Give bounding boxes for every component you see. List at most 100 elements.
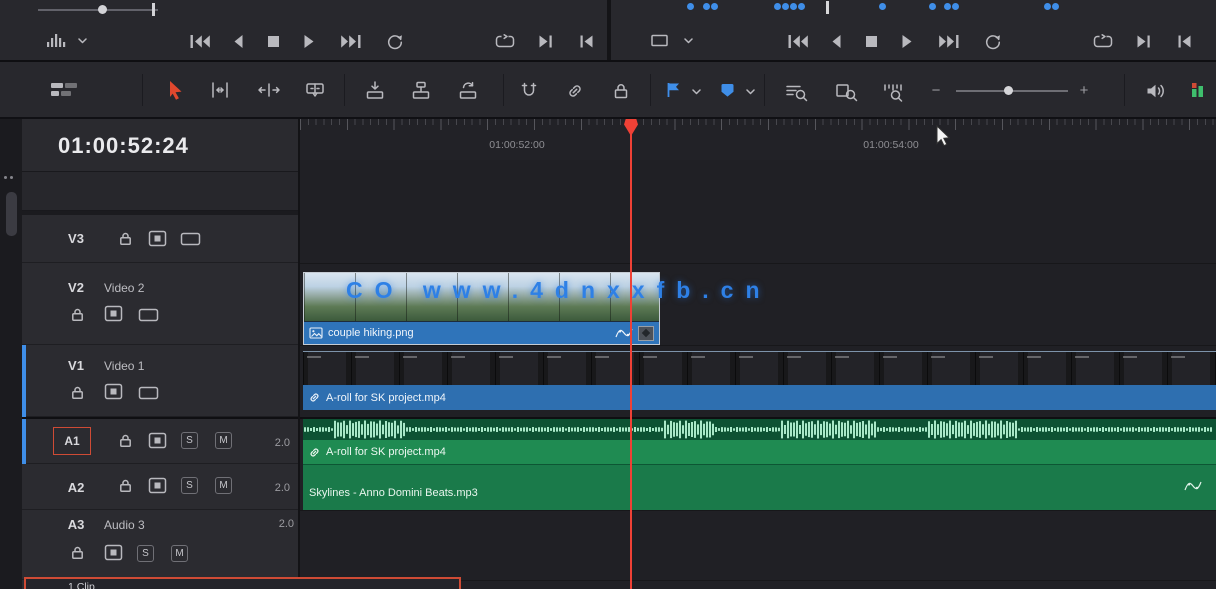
selection-pointer-button[interactable] bbox=[166, 79, 186, 101]
tl-go-last-button[interactable] bbox=[339, 33, 363, 49]
lock-track-button[interactable] bbox=[69, 306, 85, 322]
source-marker-dot[interactable] bbox=[687, 3, 694, 10]
tl-loop-button[interactable] bbox=[384, 32, 405, 50]
tl-stop-button[interactable] bbox=[266, 34, 281, 48]
marker-button[interactable] bbox=[718, 81, 737, 100]
link-icon bbox=[308, 391, 321, 404]
viewer-zoom-slider-dot[interactable] bbox=[98, 5, 107, 14]
snapping-button[interactable] bbox=[518, 80, 540, 101]
lock-track-button[interactable] bbox=[117, 432, 133, 448]
dynamic-trim-button[interactable] bbox=[256, 82, 282, 98]
clip-aroll-video[interactable]: A-roll for SK project.mp4 bbox=[303, 351, 1216, 410]
full-extent-zoom-button[interactable] bbox=[784, 81, 810, 102]
audio-monitor-button[interactable] bbox=[1144, 81, 1168, 101]
src-go-last-button[interactable] bbox=[937, 33, 961, 49]
tl-go-first-button[interactable] bbox=[188, 33, 212, 49]
auto-select-button[interactable] bbox=[147, 476, 167, 494]
tl-go-to-start-button[interactable] bbox=[578, 33, 595, 49]
src-stop-button[interactable] bbox=[864, 34, 879, 48]
lock-track-button[interactable] bbox=[117, 477, 133, 493]
track-enable-button[interactable] bbox=[137, 385, 159, 400]
crop-tool-dropdown[interactable] bbox=[682, 37, 694, 45]
timeline-view-options-button[interactable] bbox=[48, 79, 80, 101]
auto-select-button[interactable] bbox=[103, 304, 123, 322]
source-marker-dot[interactable] bbox=[703, 3, 710, 10]
mute-button[interactable]: M bbox=[215, 432, 232, 449]
solo-button[interactable]: S bbox=[137, 545, 154, 562]
insert-clip-button[interactable] bbox=[364, 80, 386, 100]
src-loop-playback-button[interactable] bbox=[1092, 33, 1114, 49]
source-marker-dot[interactable] bbox=[782, 3, 789, 10]
source-marker-dot[interactable] bbox=[929, 3, 936, 10]
custom-zoom-button[interactable] bbox=[882, 81, 908, 102]
track-enable-button[interactable] bbox=[179, 231, 201, 246]
track-header-v2[interactable] bbox=[22, 263, 300, 345]
src-play-button[interactable] bbox=[900, 33, 914, 49]
source-marker-dot[interactable] bbox=[944, 3, 951, 10]
source-marker-dot[interactable] bbox=[952, 3, 959, 10]
position-lock-button[interactable] bbox=[610, 80, 632, 101]
auto-select-button[interactable] bbox=[147, 229, 167, 247]
auto-select-button[interactable] bbox=[103, 543, 123, 561]
mixer-meters-button[interactable] bbox=[1190, 80, 1205, 100]
tl-play-button[interactable] bbox=[302, 33, 316, 49]
destination-bar-v1[interactable] bbox=[22, 345, 26, 417]
track-enable-button[interactable] bbox=[137, 307, 159, 322]
tl-step-back-button[interactable] bbox=[232, 33, 245, 49]
dynamic-trim-icon bbox=[257, 82, 281, 98]
overwrite-clip-button[interactable] bbox=[410, 80, 432, 100]
source-marker-dot[interactable] bbox=[1044, 3, 1051, 10]
source-marker-strip[interactable] bbox=[611, 0, 1216, 16]
link-clips-button[interactable] bbox=[564, 80, 586, 101]
zoom-out-button[interactable]: − bbox=[928, 82, 944, 99]
audio-levels-dropdown[interactable] bbox=[76, 37, 88, 45]
lock-track-button[interactable] bbox=[117, 230, 133, 246]
keyframe-button[interactable] bbox=[638, 326, 654, 341]
flag-button[interactable] bbox=[664, 80, 683, 100]
source-marker-dot[interactable] bbox=[798, 3, 805, 10]
tl-play-to-end-button[interactable] bbox=[537, 33, 554, 49]
source-playhead-handle[interactable] bbox=[826, 1, 829, 14]
track-a1-focus-box[interactable]: A1 bbox=[53, 427, 91, 455]
mute-button[interactable]: M bbox=[171, 545, 188, 562]
auto-select-button[interactable] bbox=[103, 382, 123, 400]
source-marker-dot[interactable] bbox=[879, 3, 886, 10]
src-go-to-start-button[interactable] bbox=[1176, 33, 1193, 49]
chevron-down-icon bbox=[692, 89, 701, 95]
timeline-ruler[interactable] bbox=[300, 119, 1216, 160]
src-step-back-button[interactable] bbox=[830, 33, 843, 49]
replace-clip-button[interactable] bbox=[457, 80, 479, 100]
tl-loop-playback-button[interactable] bbox=[494, 33, 516, 49]
lock-track-button[interactable] bbox=[69, 384, 85, 400]
lock-track-button[interactable] bbox=[69, 544, 85, 560]
source-marker-dot[interactable] bbox=[774, 3, 781, 10]
src-play-to-end-button[interactable] bbox=[1135, 33, 1152, 49]
auto-select-button[interactable] bbox=[147, 431, 167, 449]
source-marker-dot[interactable] bbox=[790, 3, 797, 10]
play-to-end-icon bbox=[1136, 34, 1151, 49]
crop-tool-button[interactable] bbox=[648, 31, 670, 49]
razor-edit-button[interactable] bbox=[303, 81, 327, 99]
curve-icon[interactable] bbox=[1184, 481, 1202, 492]
solo-button[interactable]: S bbox=[181, 432, 198, 449]
zoom-in-button[interactable]: + bbox=[1076, 82, 1092, 99]
flag-dropdown[interactable] bbox=[690, 88, 702, 96]
source-marker-dot[interactable] bbox=[1052, 3, 1059, 10]
clip-skylines-music[interactable]: Skylines - Anno Domini Beats.mp3 bbox=[303, 464, 1216, 510]
solo-button[interactable]: S bbox=[181, 477, 198, 494]
trim-edit-mode-button[interactable] bbox=[208, 81, 232, 99]
destination-bar-a1[interactable] bbox=[22, 419, 26, 464]
mute-button[interactable]: M bbox=[215, 477, 232, 494]
viewer-zoom-slider-handle[interactable] bbox=[152, 3, 155, 16]
detail-zoom-button[interactable] bbox=[834, 81, 860, 102]
zoom-slider-handle[interactable] bbox=[1004, 86, 1013, 95]
audio-levels-button[interactable] bbox=[44, 31, 70, 49]
playhead-line[interactable] bbox=[630, 119, 632, 589]
src-loop-button[interactable] bbox=[982, 32, 1003, 50]
track-scrollbar[interactable] bbox=[6, 192, 17, 236]
source-marker-dot[interactable] bbox=[711, 3, 718, 10]
src-go-first-button[interactable] bbox=[786, 33, 810, 49]
clip-aroll-audio[interactable]: A-roll for SK project.mp4 bbox=[303, 419, 1216, 464]
marker-dropdown[interactable] bbox=[744, 88, 756, 96]
track-header-v1[interactable] bbox=[22, 345, 300, 417]
